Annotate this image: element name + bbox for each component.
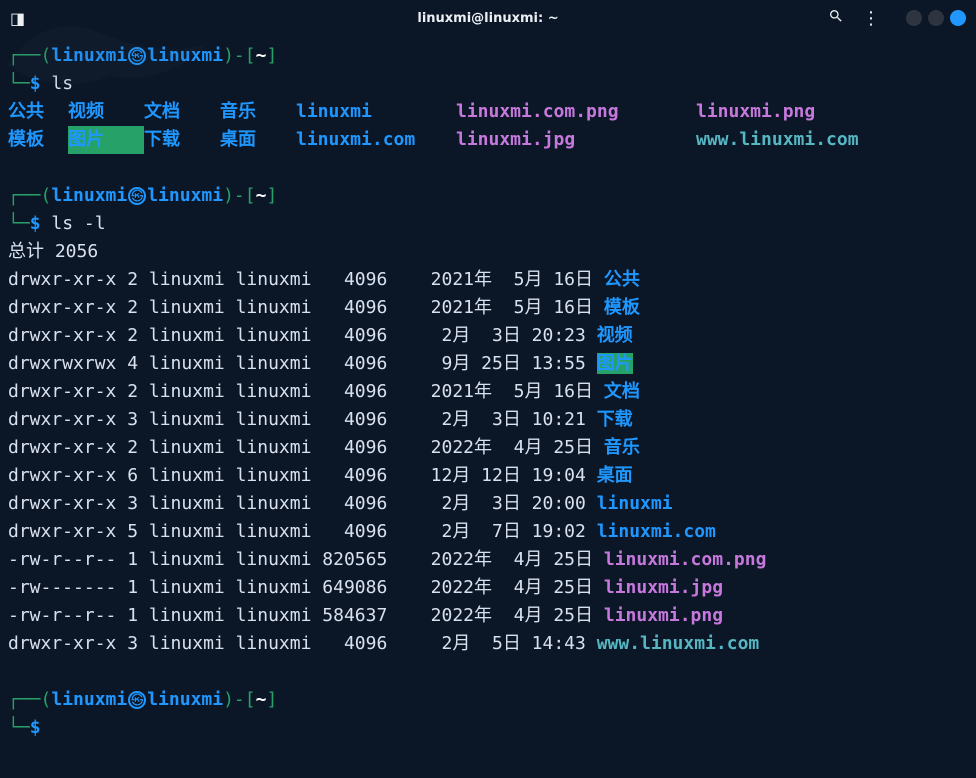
ls-long-row: drwxr-xr-x 2 linuxmi linuxmi 4096 2022年 … — [8, 434, 968, 462]
file-meta: drwxr-xr-x 3 linuxmi linuxmi 4096 2月 3日 … — [8, 493, 597, 514]
new-tab-icon[interactable]: ◨ — [10, 9, 25, 28]
file-meta: drwxr-xr-x 3 linuxmi linuxmi 4096 2月 5日 … — [8, 633, 597, 654]
file-entry: linuxmi — [296, 98, 456, 126]
file-entry: 视频 — [597, 325, 633, 346]
ls-long-row: drwxrwxrwx 4 linuxmi linuxmi 4096 9月 25日… — [8, 350, 968, 378]
ls-long-row: drwxr-xr-x 2 linuxmi linuxmi 4096 2021年 … — [8, 266, 968, 294]
file-entry: www.linuxmi.com — [696, 126, 968, 154]
file-meta: drwxr-xr-x 2 linuxmi linuxmi 4096 2021年 … — [8, 381, 604, 402]
file-entry: linuxmi.com — [296, 126, 456, 154]
file-meta: drwxrwxrwx 4 linuxmi linuxmi 4096 9月 25日… — [8, 353, 597, 374]
file-entry: 桌面 — [597, 465, 633, 486]
prompt-line: ┌──(linuxmi㉿linuxmi)-[~] — [8, 182, 968, 210]
file-entry: 公共 — [604, 269, 640, 290]
file-entry: www.linuxmi.com — [597, 633, 760, 654]
file-meta: drwxr-xr-x 2 linuxmi linuxmi 4096 2022年 … — [8, 437, 604, 458]
window-close-button[interactable] — [950, 10, 966, 26]
file-meta: drwxr-xr-x 6 linuxmi linuxmi 4096 12月 12… — [8, 465, 597, 486]
file-entry: linuxmi.jpg — [604, 577, 723, 598]
file-meta: drwxr-xr-x 3 linuxmi linuxmi 4096 2月 3日 … — [8, 409, 597, 430]
file-entry: 下载 — [144, 126, 220, 154]
command-line: └─$ ls — [8, 70, 968, 98]
file-entry: linuxmi.jpg — [456, 126, 696, 154]
total-line: 总计 2056 — [8, 238, 968, 266]
file-entry: linuxmi.com.png — [604, 549, 767, 570]
window-titlebar: ◨ linuxmi@linuxmi: ~ ⋮ — [0, 0, 976, 36]
ls-long-row: drwxr-xr-x 2 linuxmi linuxmi 4096 2月 3日 … — [8, 322, 968, 350]
file-entry: 模板 — [604, 297, 640, 318]
file-meta: drwxr-xr-x 2 linuxmi linuxmi 4096 2021年 … — [8, 297, 604, 318]
command-text: ls — [51, 73, 73, 94]
ls-long-row: drwxr-xr-x 3 linuxmi linuxmi 4096 2月 3日 … — [8, 406, 968, 434]
prompt-line: ┌──(linuxmi㉿linuxmi)-[~] — [8, 42, 968, 70]
file-entry: 模板 — [8, 126, 68, 154]
file-meta: drwxr-xr-x 2 linuxmi linuxmi 4096 2月 3日 … — [8, 325, 597, 346]
ls-long-row: drwxr-xr-x 3 linuxmi linuxmi 4096 2月 3日 … — [8, 490, 968, 518]
file-entry: 音乐 — [220, 98, 296, 126]
ls-output-row: 模板图片下载桌面linuxmi.comlinuxmi.jpgwww.linuxm… — [8, 126, 968, 154]
ls-long-row: drwxr-xr-x 3 linuxmi linuxmi 4096 2月 5日 … — [8, 630, 968, 658]
terminal-output[interactable]: ┌──(linuxmi㉿linuxmi)-[~] └─$ ls 公共视频文档音乐… — [0, 36, 976, 742]
prompt-line: ┌──(linuxmi㉿linuxmi)-[~] — [8, 686, 968, 714]
file-meta: -rw-r--r-- 1 linuxmi linuxmi 584637 2022… — [8, 605, 604, 626]
ls-long-row: drwxr-xr-x 2 linuxmi linuxmi 4096 2021年 … — [8, 378, 968, 406]
ls-long-row: -rw-r--r-- 1 linuxmi linuxmi 584637 2022… — [8, 602, 968, 630]
file-entry: 文档 — [604, 381, 640, 402]
window-minimize-button[interactable] — [906, 10, 922, 26]
file-entry: 公共 — [8, 98, 68, 126]
ls-long-output: drwxr-xr-x 2 linuxmi linuxmi 4096 2021年 … — [8, 266, 968, 658]
kali-skull-icon: ㉿ — [128, 187, 146, 205]
ls-long-row: drwxr-xr-x 2 linuxmi linuxmi 4096 2021年 … — [8, 294, 968, 322]
file-entry: linuxmi.com — [597, 521, 716, 542]
ls-output-row: 公共视频文档音乐linuxmilinuxmi.com.pnglinuxmi.pn… — [8, 98, 968, 126]
file-entry: linuxmi — [597, 493, 673, 514]
window-maximize-button[interactable] — [928, 10, 944, 26]
menu-icon[interactable]: ⋮ — [862, 8, 880, 29]
file-entry: 视频 — [68, 98, 144, 126]
kali-skull-icon: ㉿ — [128, 691, 146, 709]
file-meta: -rw-r--r-- 1 linuxmi linuxmi 820565 2022… — [8, 549, 604, 570]
file-entry: 图片 — [597, 353, 633, 374]
file-meta: drwxr-xr-x 2 linuxmi linuxmi 4096 2021年 … — [8, 269, 604, 290]
command-text: ls -l — [51, 213, 105, 234]
ls-long-row: drwxr-xr-x 5 linuxmi linuxmi 4096 2月 7日 … — [8, 518, 968, 546]
file-meta: -rw------- 1 linuxmi linuxmi 649086 2022… — [8, 577, 604, 598]
file-entry: 桌面 — [220, 126, 296, 154]
file-entry: 图片 — [68, 126, 144, 154]
kali-skull-icon: ㉿ — [128, 47, 146, 65]
ls-long-row: drwxr-xr-x 6 linuxmi linuxmi 4096 12月 12… — [8, 462, 968, 490]
file-entry: linuxmi.com.png — [456, 98, 696, 126]
ls-long-row: -rw-r--r-- 1 linuxmi linuxmi 820565 2022… — [8, 546, 968, 574]
file-entry: 下载 — [597, 409, 633, 430]
command-line: └─$ ls -l — [8, 210, 968, 238]
file-meta: drwxr-xr-x 5 linuxmi linuxmi 4096 2月 7日 … — [8, 521, 597, 542]
file-entry: 文档 — [144, 98, 220, 126]
search-icon[interactable] — [828, 8, 844, 28]
ls-long-row: -rw------- 1 linuxmi linuxmi 649086 2022… — [8, 574, 968, 602]
command-line[interactable]: └─$ — [8, 714, 968, 742]
file-entry: linuxmi.png — [696, 98, 968, 126]
file-entry: 音乐 — [604, 437, 640, 458]
file-entry: linuxmi.png — [604, 605, 723, 626]
